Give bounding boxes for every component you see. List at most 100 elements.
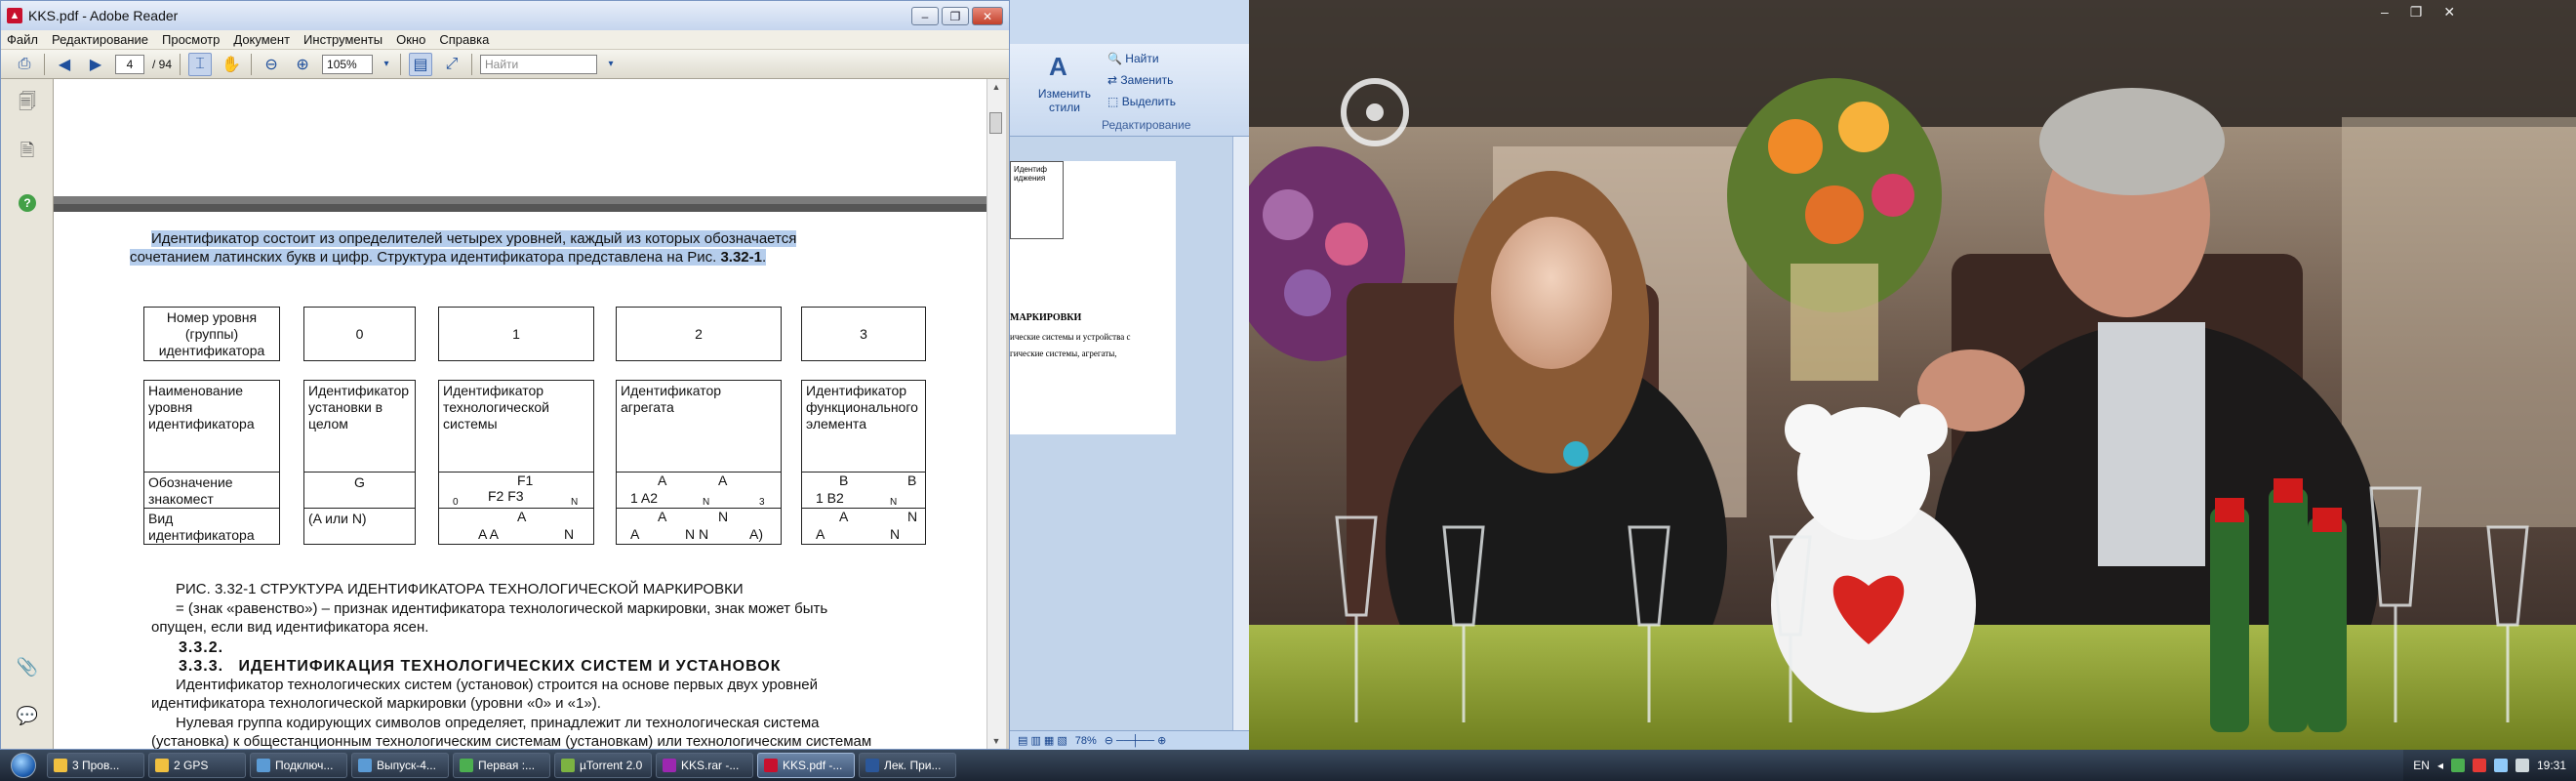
document-area[interactable]: Идентификатор состоит из определителей ч… xyxy=(54,79,986,749)
taskbar-button[interactable]: µTorrent 2.0 xyxy=(554,753,652,778)
print-icon[interactable]: ⎙ xyxy=(13,53,36,76)
previous-page-icon[interactable]: ◀ xyxy=(53,53,76,76)
clock[interactable]: 19:31 xyxy=(2537,759,2566,772)
zoom-out-icon[interactable]: ⊖ xyxy=(260,53,283,76)
bottle-cap xyxy=(2274,478,2303,503)
zoom-slider[interactable]: ⊖ ──┼── ⊕ xyxy=(1105,734,1167,747)
taskbar-button[interactable]: 2 GPS xyxy=(148,753,246,778)
video-minimize-icon[interactable]: – xyxy=(2381,4,2389,21)
zoom-in-icon[interactable]: ⊕ xyxy=(291,53,314,76)
menu-file[interactable]: Файл xyxy=(7,32,38,47)
row3-l3-b1: B xyxy=(839,473,849,488)
word-zoom[interactable]: 78% xyxy=(1075,735,1097,747)
attachments-icon[interactable]: 📎 xyxy=(16,655,39,678)
taskbar-button[interactable]: Первая :... xyxy=(453,753,550,778)
tray-antivirus-icon[interactable] xyxy=(2472,759,2486,772)
next-page-icon[interactable]: ▶ xyxy=(84,53,107,76)
find-dropdown-icon[interactable]: ▾ xyxy=(605,53,617,76)
pages-icon[interactable]: 🗐 xyxy=(16,92,39,116)
change-styles-button[interactable]: Изменить стили xyxy=(1035,87,1094,114)
menu-document[interactable]: Документ xyxy=(233,32,290,47)
heading-333-number: 3.3.3. xyxy=(179,658,224,675)
row4-l1-a: A xyxy=(517,509,527,524)
window-title: KKS.pdf - Adobe Reader xyxy=(28,8,179,23)
change-styles-icon[interactable]: A xyxy=(1049,52,1078,81)
find-label: Найти xyxy=(1125,52,1159,65)
bottle xyxy=(2269,488,2308,732)
channel-logo xyxy=(1341,78,1409,146)
find-input[interactable]: Найти xyxy=(480,54,598,74)
word-document-page[interactable]: Идентиф иджения МАРКИРОВКИ ические систе… xyxy=(1010,161,1176,434)
taskbar-button[interactable]: 3 Пров... xyxy=(47,753,144,778)
help-icon[interactable]: ? xyxy=(19,194,36,212)
view-icons[interactable]: ▤ ▥ ▦ ▧ xyxy=(1018,734,1067,747)
fit-width-icon[interactable]: ⤢ xyxy=(440,53,463,76)
scroll-up-icon[interactable]: ▲ xyxy=(987,79,1005,95)
vertical-scrollbar[interactable]: ▲ ▼ xyxy=(986,79,1006,749)
minimize-button[interactable]: ‒ xyxy=(911,7,939,25)
windows-logo-icon xyxy=(11,753,36,778)
row1-level-2: 2 xyxy=(616,307,782,361)
word-status-bar: ▤ ▥ ▦ ▧ 78% ⊖ ──┼── ⊕ xyxy=(1010,730,1249,750)
intro-paragraph: Идентификатор состоит из определителей ч… xyxy=(130,229,942,267)
word-window[interactable]: A Изменить стили 🔍 Найти ⇄ Заменить ⬚ Вы… xyxy=(1010,0,1249,750)
word-scrollbar[interactable] xyxy=(1232,137,1249,730)
select-tool-icon[interactable]: ⌶ xyxy=(188,52,213,76)
taskbar-button-label: Выпуск-4... xyxy=(377,759,436,772)
taskbar-button[interactable]: KKS.rar -... xyxy=(656,753,753,778)
bookmarks-icon[interactable]: 🗎 xyxy=(16,141,39,165)
word-doc-heading: МАРКИРОВКИ xyxy=(1010,312,1082,323)
fit-page-icon[interactable]: ▤ xyxy=(409,52,433,76)
replace-button[interactable]: ⇄ Заменить xyxy=(1107,73,1173,87)
video-player[interactable]: – ❐ ✕ xyxy=(1249,0,2576,750)
taskbar-app-icon xyxy=(54,759,67,772)
taskbar-button[interactable]: KKS.pdf -... xyxy=(757,753,855,778)
close-button[interactable]: ✕ xyxy=(972,7,1003,25)
row3-l2-a1a2: 1 A2 xyxy=(630,490,659,506)
language-indicator[interactable]: EN xyxy=(2413,759,2430,772)
row4-l3-n2: N xyxy=(890,526,901,542)
hand-tool-icon[interactable]: ✋ xyxy=(220,53,243,76)
tray-arrow-icon[interactable]: ◂ xyxy=(2437,759,2443,772)
row3-level-1: F1 F2 F3 0 N xyxy=(438,472,594,509)
scroll-down-icon[interactable]: ▼ xyxy=(987,733,1005,749)
taskbar-button[interactable]: Лек. При... xyxy=(859,753,956,778)
menu-window[interactable]: Окно xyxy=(396,32,425,47)
page-number-input[interactable]: 4 xyxy=(115,54,144,74)
video-frame xyxy=(1249,0,2576,750)
maximize-button[interactable]: ❐ xyxy=(942,7,969,25)
taskbar-app-icon xyxy=(663,759,676,772)
editing-group-label: Редактирование xyxy=(1102,118,1191,132)
word-table-cell: Идентиф иджения xyxy=(1010,161,1064,239)
start-button[interactable] xyxy=(0,750,47,781)
adobe-reader-window[interactable]: ▲ KKS.pdf - Adobe Reader ‒ ❐ ✕ Файл Реда… xyxy=(0,0,1010,750)
comments-icon[interactable]: 💬 xyxy=(16,704,39,727)
zoom-input[interactable]: 105% xyxy=(322,54,374,74)
select-button[interactable]: ⬚ Выделить xyxy=(1107,95,1176,108)
taskbar-button[interactable]: Подключ... xyxy=(250,753,347,778)
row1-label: Номер уровня (группы) идентификатора xyxy=(143,307,280,361)
ceiling xyxy=(1249,0,2576,127)
taskbar-button-label: KKS.rar -... xyxy=(681,759,740,772)
video-restore-icon[interactable]: ❐ xyxy=(2410,4,2423,21)
row4-l1-n: N xyxy=(564,526,575,542)
word-cell-text-2: иджения xyxy=(1014,174,1046,183)
menu-view[interactable]: Просмотр xyxy=(162,32,220,47)
title-bar[interactable]: ▲ KKS.pdf - Adobe Reader ‒ ❐ ✕ xyxy=(1,1,1009,30)
taskbar-button-label: 3 Пров... xyxy=(72,759,120,772)
pendant xyxy=(1563,441,1589,467)
menu-help[interactable]: Справка xyxy=(439,32,489,47)
taskbar-app-icon xyxy=(865,759,879,772)
video-close-icon[interactable]: ✕ xyxy=(2443,4,2455,21)
find-button[interactable]: 🔍 Найти xyxy=(1107,52,1159,65)
taskbar-button[interactable]: Выпуск-4... xyxy=(351,753,449,778)
heading-333: 3.3.3. ИДЕНТИФИКАЦИЯ ТЕХНОЛОГИЧЕСКИХ СИС… xyxy=(179,658,781,676)
row4-level-0: (A или N) xyxy=(303,508,416,545)
scroll-thumb[interactable] xyxy=(989,112,1002,134)
menu-edit[interactable]: Редактирование xyxy=(52,32,148,47)
menu-tools[interactable]: Инструменты xyxy=(303,32,382,47)
tray-app-icon[interactable] xyxy=(2450,759,2465,772)
zoom-dropdown-icon[interactable]: ▾ xyxy=(381,53,392,76)
volume-icon[interactable] xyxy=(2515,759,2529,772)
network-icon[interactable] xyxy=(2493,759,2508,772)
